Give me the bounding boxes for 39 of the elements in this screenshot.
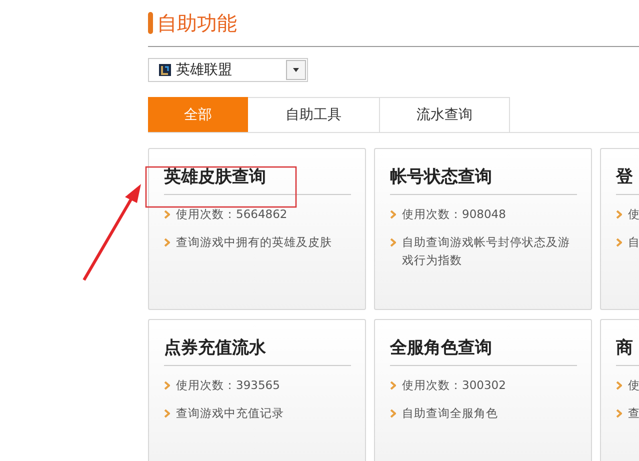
chevron-icon <box>616 409 622 418</box>
chevron-icon <box>390 238 396 247</box>
usage-count: 使用次数：5664862 <box>176 206 288 223</box>
chevron-icon <box>616 210 622 219</box>
tab[interactable]: 自助工具 <box>248 97 380 132</box>
card-title: 商 <box>616 336 639 366</box>
card-title: 全服角色查询 <box>390 336 577 366</box>
card-title: 登 <box>616 165 639 195</box>
usage-count: 使用次数：393565 <box>176 377 280 394</box>
chevron-icon <box>616 381 622 390</box>
usage-count: 使用次数：908048 <box>402 206 506 223</box>
usage-count: 使用次数：300302 <box>402 377 506 394</box>
chevron-icon <box>164 238 170 247</box>
section-title: 自助功能 <box>157 10 237 36</box>
tool-card[interactable]: 点券充值流水 使用次数：393565 查询游戏中充值记录 <box>148 319 366 461</box>
chevron-icon <box>390 381 396 390</box>
card-title: 英雄皮肤查询 <box>164 165 351 195</box>
card-description: 查询游戏中充值记录 <box>176 405 284 422</box>
card-description: 自助查询游戏帐号封停状态及游戏行为指数 <box>402 234 571 269</box>
chevron-icon <box>164 381 170 390</box>
card-description: 自助查询全服角色 <box>402 405 498 422</box>
tool-card[interactable]: 帐号状态查询 使用次数：908048 自助查询游戏帐号封停状态及游戏行为指数 <box>374 148 592 310</box>
chevron-icon <box>390 210 396 219</box>
chevron-icon <box>164 409 170 418</box>
tool-card[interactable]: 英雄皮肤查询 使用次数：5664862 查询游戏中拥有的英雄及皮肤 <box>148 148 366 310</box>
card-title: 帐号状态查询 <box>390 165 577 195</box>
chevron-icon <box>164 210 170 219</box>
tool-card[interactable]: 全服角色查询 使用次数：300302 自助查询全服角色 <box>374 319 592 461</box>
card-description: 查 <box>628 405 639 422</box>
title-accent-bar <box>148 12 153 34</box>
chevron-icon <box>390 409 396 418</box>
chevron-icon <box>616 238 622 247</box>
game-logo-icon <box>159 64 171 76</box>
card-description: 自 <box>628 234 639 251</box>
tab[interactable]: 流水查询 <box>380 97 510 132</box>
card-title: 点券充值流水 <box>164 336 351 366</box>
card-description: 查询游戏中拥有的英雄及皮肤 <box>176 234 332 251</box>
caret-icon <box>293 68 299 72</box>
game-dropdown[interactable]: 英雄联盟 <box>148 58 308 82</box>
